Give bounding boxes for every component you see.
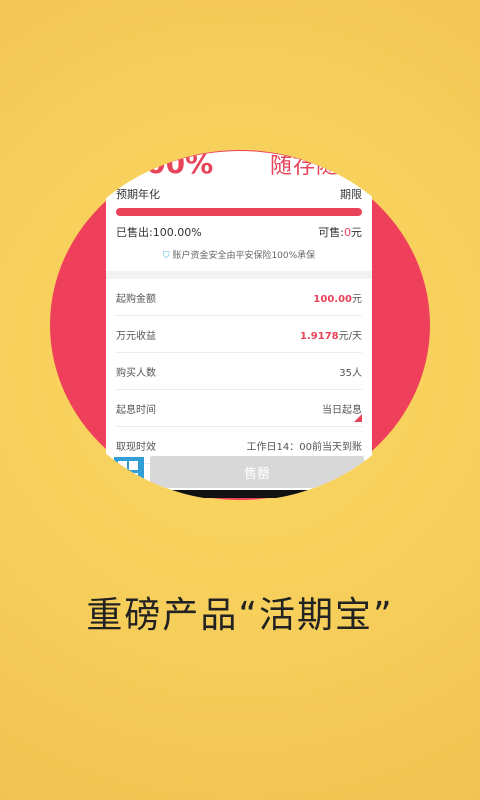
- corner-tag-icon: [354, 414, 362, 422]
- bottom-action-bar: 售罄: [106, 454, 372, 490]
- shield-icon: ⛉: [162, 251, 170, 261]
- detail-row-buyers: 购买人数 35人: [116, 353, 362, 390]
- insurance-note: ⛉ 账户资金安全由平安保险100%承保: [116, 248, 362, 261]
- detail-label: 万元收益: [116, 330, 156, 342]
- promo-headline: 重磅产品“活期宝”: [86, 595, 394, 636]
- available-unit: 元: [351, 226, 362, 239]
- signal-icon: [314, 91, 322, 99]
- sales-progress-bar: [116, 208, 362, 216]
- detail-value: 1.9178元/天: [300, 327, 362, 342]
- yield-unit: 元/天: [338, 330, 362, 342]
- rate-label: 预期年化: [116, 188, 160, 201]
- available-value: 0: [344, 226, 351, 239]
- battery-icon: [327, 91, 332, 100]
- nav-bar: ‹ 返回 活期宝1期: [106, 104, 372, 139]
- chevron-left-icon: ‹: [114, 114, 119, 128]
- available-amount: 可售:0元: [318, 224, 362, 240]
- page-title: 活期宝1期: [206, 114, 272, 130]
- detail-row-interest-start: 起息时间 当日起息: [116, 390, 362, 427]
- yield-value: 1.9178: [300, 330, 339, 342]
- calculator-icon[interactable]: [114, 457, 144, 487]
- detail-list: 起购金额 100.00元 万元收益 1.9178元/天 购买人数 35人 起息时…: [106, 279, 372, 464]
- detail-value: 35人: [339, 367, 362, 379]
- status-time: 10:06: [337, 89, 366, 101]
- min-amount-unit: 元: [352, 293, 362, 305]
- min-amount-value: 100.00: [313, 293, 352, 305]
- wifi-icon: [299, 91, 309, 100]
- term-label: 期限: [340, 188, 362, 201]
- detail-label: 起息时间: [116, 404, 156, 416]
- back-button[interactable]: ‹ 返回: [114, 114, 140, 129]
- section-divider: [106, 271, 372, 279]
- back-label: 返回: [120, 117, 141, 129]
- phone-nav-strip: [106, 490, 372, 498]
- sold-percent: 已售出:100.00%: [116, 226, 202, 239]
- sold-out-button: 售罄: [150, 456, 364, 488]
- detail-label: 取现时效: [116, 441, 156, 453]
- detail-label: 起购金额: [116, 293, 156, 305]
- status-bar: 10:06: [106, 86, 372, 104]
- detail-row-yield: 万元收益 1.9178元/天: [116, 316, 362, 353]
- detail-row-min-amount: 起购金额 100.00元: [116, 279, 362, 316]
- detail-value: 工作日14：00前当天到账: [246, 441, 362, 453]
- phone-screen: 10:06 ‹ 返回 活期宝1期 7.00% 随存随取 预期年化 期限 已售出:…: [106, 86, 372, 498]
- detail-label: 购买人数: [116, 367, 156, 379]
- product-hero: 7.00% 随存随取 预期年化 期限 已售出:100.00% 可售:0元 ⛉ 账…: [106, 151, 372, 261]
- insurance-text: 账户资金安全由平安保险100%承保: [172, 251, 316, 261]
- detail-value: 100.00元: [313, 290, 362, 305]
- available-prefix: 可售:: [318, 226, 344, 239]
